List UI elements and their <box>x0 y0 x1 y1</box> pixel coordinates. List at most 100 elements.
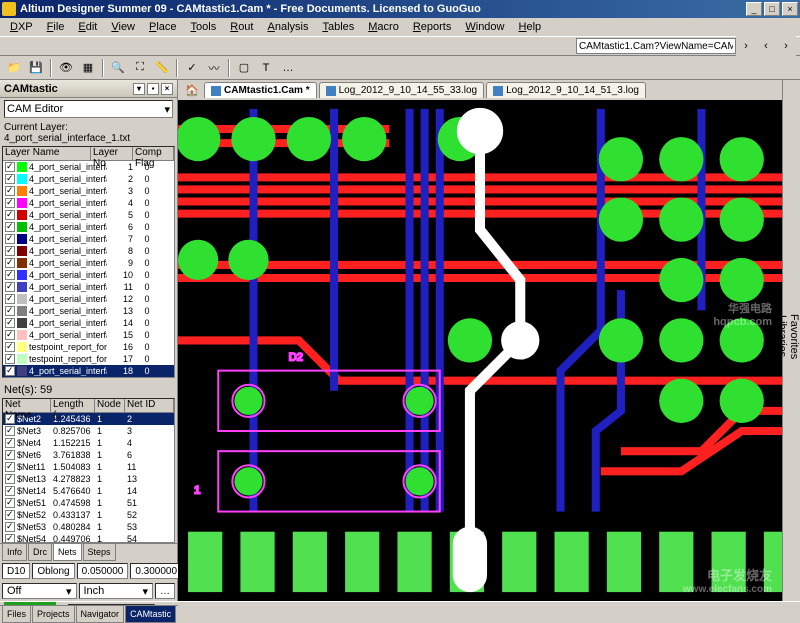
home-icon[interactable]: 🏠 <box>182 80 202 100</box>
close-button[interactable]: × <box>782 2 798 16</box>
layer-row[interactable]: 4_port_serial_interfac..130 <box>3 305 174 317</box>
net-row[interactable]: $Net63.76183816 <box>3 449 174 461</box>
net-row[interactable]: $Net520.433137152 <box>3 509 174 521</box>
panel-tab-drc[interactable]: Drc <box>28 544 52 561</box>
layer-color-swatch[interactable] <box>17 186 27 196</box>
net-row[interactable]: $Net145.476640114 <box>3 485 174 497</box>
layer-checkbox[interactable] <box>5 258 15 268</box>
panel-dock-icon[interactable]: ▪ <box>147 83 159 95</box>
minimize-button[interactable]: _ <box>746 2 762 16</box>
layer-color-swatch[interactable] <box>17 198 27 208</box>
back-button[interactable]: ‹ <box>756 36 776 56</box>
layer-color-swatch[interactable] <box>17 270 27 280</box>
net-checkbox[interactable] <box>5 498 15 508</box>
pcb-canvas[interactable]: D2 1 <box>178 100 782 601</box>
layer-row[interactable]: 4_port_serial_interfac..110 <box>3 281 174 293</box>
net-checkbox[interactable] <box>5 438 15 448</box>
menu-tools[interactable]: Tools <box>185 20 223 34</box>
layer-row[interactable]: 4_port_serial_interfac..120 <box>3 293 174 305</box>
menu-view[interactable]: View <box>105 20 141 34</box>
go-button[interactable]: › <box>736 36 756 56</box>
layer-row[interactable]: 4_port_serial_interfac..30 <box>3 185 174 197</box>
layer-color-swatch[interactable] <box>17 366 27 376</box>
panel-pin-icon[interactable]: ▾ <box>133 83 145 95</box>
layer-color-swatch[interactable] <box>17 294 27 304</box>
net-row[interactable]: $Net111.504083111 <box>3 461 174 473</box>
layer-color-swatch[interactable] <box>17 354 27 364</box>
tool-place-icon[interactable]: ▢ <box>234 58 254 78</box>
layer-checkbox[interactable] <box>5 282 15 292</box>
menu-analysis[interactable]: Analysis <box>261 20 314 34</box>
layer-checkbox[interactable] <box>5 162 15 172</box>
net-checkbox[interactable] <box>5 522 15 532</box>
tool-text-icon[interactable]: T <box>256 58 276 78</box>
net-row[interactable]: $Net540.449706154 <box>3 533 174 543</box>
layer-row[interactable]: testpoint_report_for_4..160 <box>3 341 174 353</box>
net-checkbox[interactable] <box>5 474 15 484</box>
dcode-field[interactable]: D10 <box>2 563 30 579</box>
net-checkbox[interactable] <box>5 486 15 496</box>
tool-drc-icon[interactable]: ✓ <box>182 58 202 78</box>
menu-macro[interactable]: Macro <box>362 20 405 34</box>
layer-checkbox[interactable] <box>5 186 15 196</box>
side-tab-favorites[interactable]: Favorites <box>788 84 800 589</box>
layer-checkbox[interactable] <box>5 366 15 376</box>
workspace-tab-files[interactable]: Files <box>2 606 31 623</box>
layer-checkbox[interactable] <box>5 306 15 316</box>
net-row[interactable]: $Net510.474598151 <box>3 497 174 509</box>
layer-color-swatch[interactable] <box>17 342 27 352</box>
layer-row[interactable]: 4_port_serial_interfac..50 <box>3 209 174 221</box>
document-tab[interactable]: Log_2012_9_10_14_51_3.log <box>486 82 646 98</box>
layer-checkbox[interactable] <box>5 318 15 328</box>
layer-checkbox[interactable] <box>5 270 15 280</box>
panel-tab-steps[interactable]: Steps <box>83 544 116 561</box>
maximize-button[interactable]: □ <box>764 2 780 16</box>
layer-checkbox[interactable] <box>5 330 15 340</box>
val2-field[interactable]: 0.300000 <box>130 563 182 579</box>
cam-editor-dropdown[interactable]: CAM Editor ▾ <box>4 100 173 118</box>
panel-tab-nets[interactable]: Nets <box>53 544 82 561</box>
tool-route-icon[interactable]: 〰 <box>204 58 224 78</box>
layer-row[interactable]: 4_port_serial_interfac..40 <box>3 197 174 209</box>
layer-color-swatch[interactable] <box>17 318 27 328</box>
tool-save-icon[interactable]: 💾 <box>26 58 46 78</box>
net-row[interactable]: $Net134.278823113 <box>3 473 174 485</box>
net-row[interactable]: $Net41.15221514 <box>3 437 174 449</box>
layer-checkbox[interactable] <box>5 234 15 244</box>
document-tab[interactable]: Log_2012_9_10_14_55_33.log <box>319 82 484 98</box>
layer-table-header[interactable]: Layer Name Layer No Comp Flag <box>3 147 174 161</box>
panel-close-icon[interactable]: × <box>161 83 173 95</box>
tool-zoomfit-icon[interactable]: ⛶ <box>130 58 150 78</box>
menu-dxp[interactable]: DXP <box>4 20 39 34</box>
layer-row[interactable]: 4_port_serial_interfac..10 <box>3 161 174 173</box>
layer-color-swatch[interactable] <box>17 162 27 172</box>
tool-layers-icon[interactable]: ▦ <box>78 58 98 78</box>
layer-row[interactable]: 4_port_serial_interfac..100 <box>3 269 174 281</box>
tool-view-icon[interactable]: 👁 <box>56 58 76 78</box>
net-checkbox[interactable] <box>5 450 15 460</box>
layer-color-swatch[interactable] <box>17 306 27 316</box>
layer-row[interactable]: testpoint_report_for_4..170 <box>3 353 174 365</box>
unit-dropdown[interactable]: Inch▾ <box>79 583 154 599</box>
net-row[interactable]: $Net530.480284153 <box>3 521 174 533</box>
layer-color-swatch[interactable] <box>17 282 27 292</box>
nets-table-header[interactable]: Net Name Length (... Node ... Net ID <box>3 399 174 413</box>
layer-row[interactable]: 4_port_serial_interfac..150 <box>3 329 174 341</box>
menu-place[interactable]: Place <box>143 20 183 34</box>
layer-row[interactable]: 4_port_serial_interfac..60 <box>3 221 174 233</box>
document-tab[interactable]: CAMtastic1.Cam * <box>204 82 317 98</box>
layer-row[interactable]: 4_port_serial_interfac..140 <box>3 317 174 329</box>
layer-checkbox[interactable] <box>5 354 15 364</box>
layer-row[interactable]: 4_port_serial_interfac..180 <box>3 365 174 377</box>
net-checkbox[interactable] <box>5 534 15 543</box>
net-checkbox[interactable] <box>5 462 15 472</box>
menu-edit[interactable]: Edit <box>72 20 103 34</box>
layer-checkbox[interactable] <box>5 342 15 352</box>
menu-tables[interactable]: Tables <box>316 20 360 34</box>
layer-color-swatch[interactable] <box>17 258 27 268</box>
layer-checkbox[interactable] <box>5 210 15 220</box>
menu-reports[interactable]: Reports <box>407 20 458 34</box>
menu-rout[interactable]: Rout <box>224 20 259 34</box>
layer-color-swatch[interactable] <box>17 174 27 184</box>
layer-row[interactable]: 4_port_serial_interfac..70 <box>3 233 174 245</box>
